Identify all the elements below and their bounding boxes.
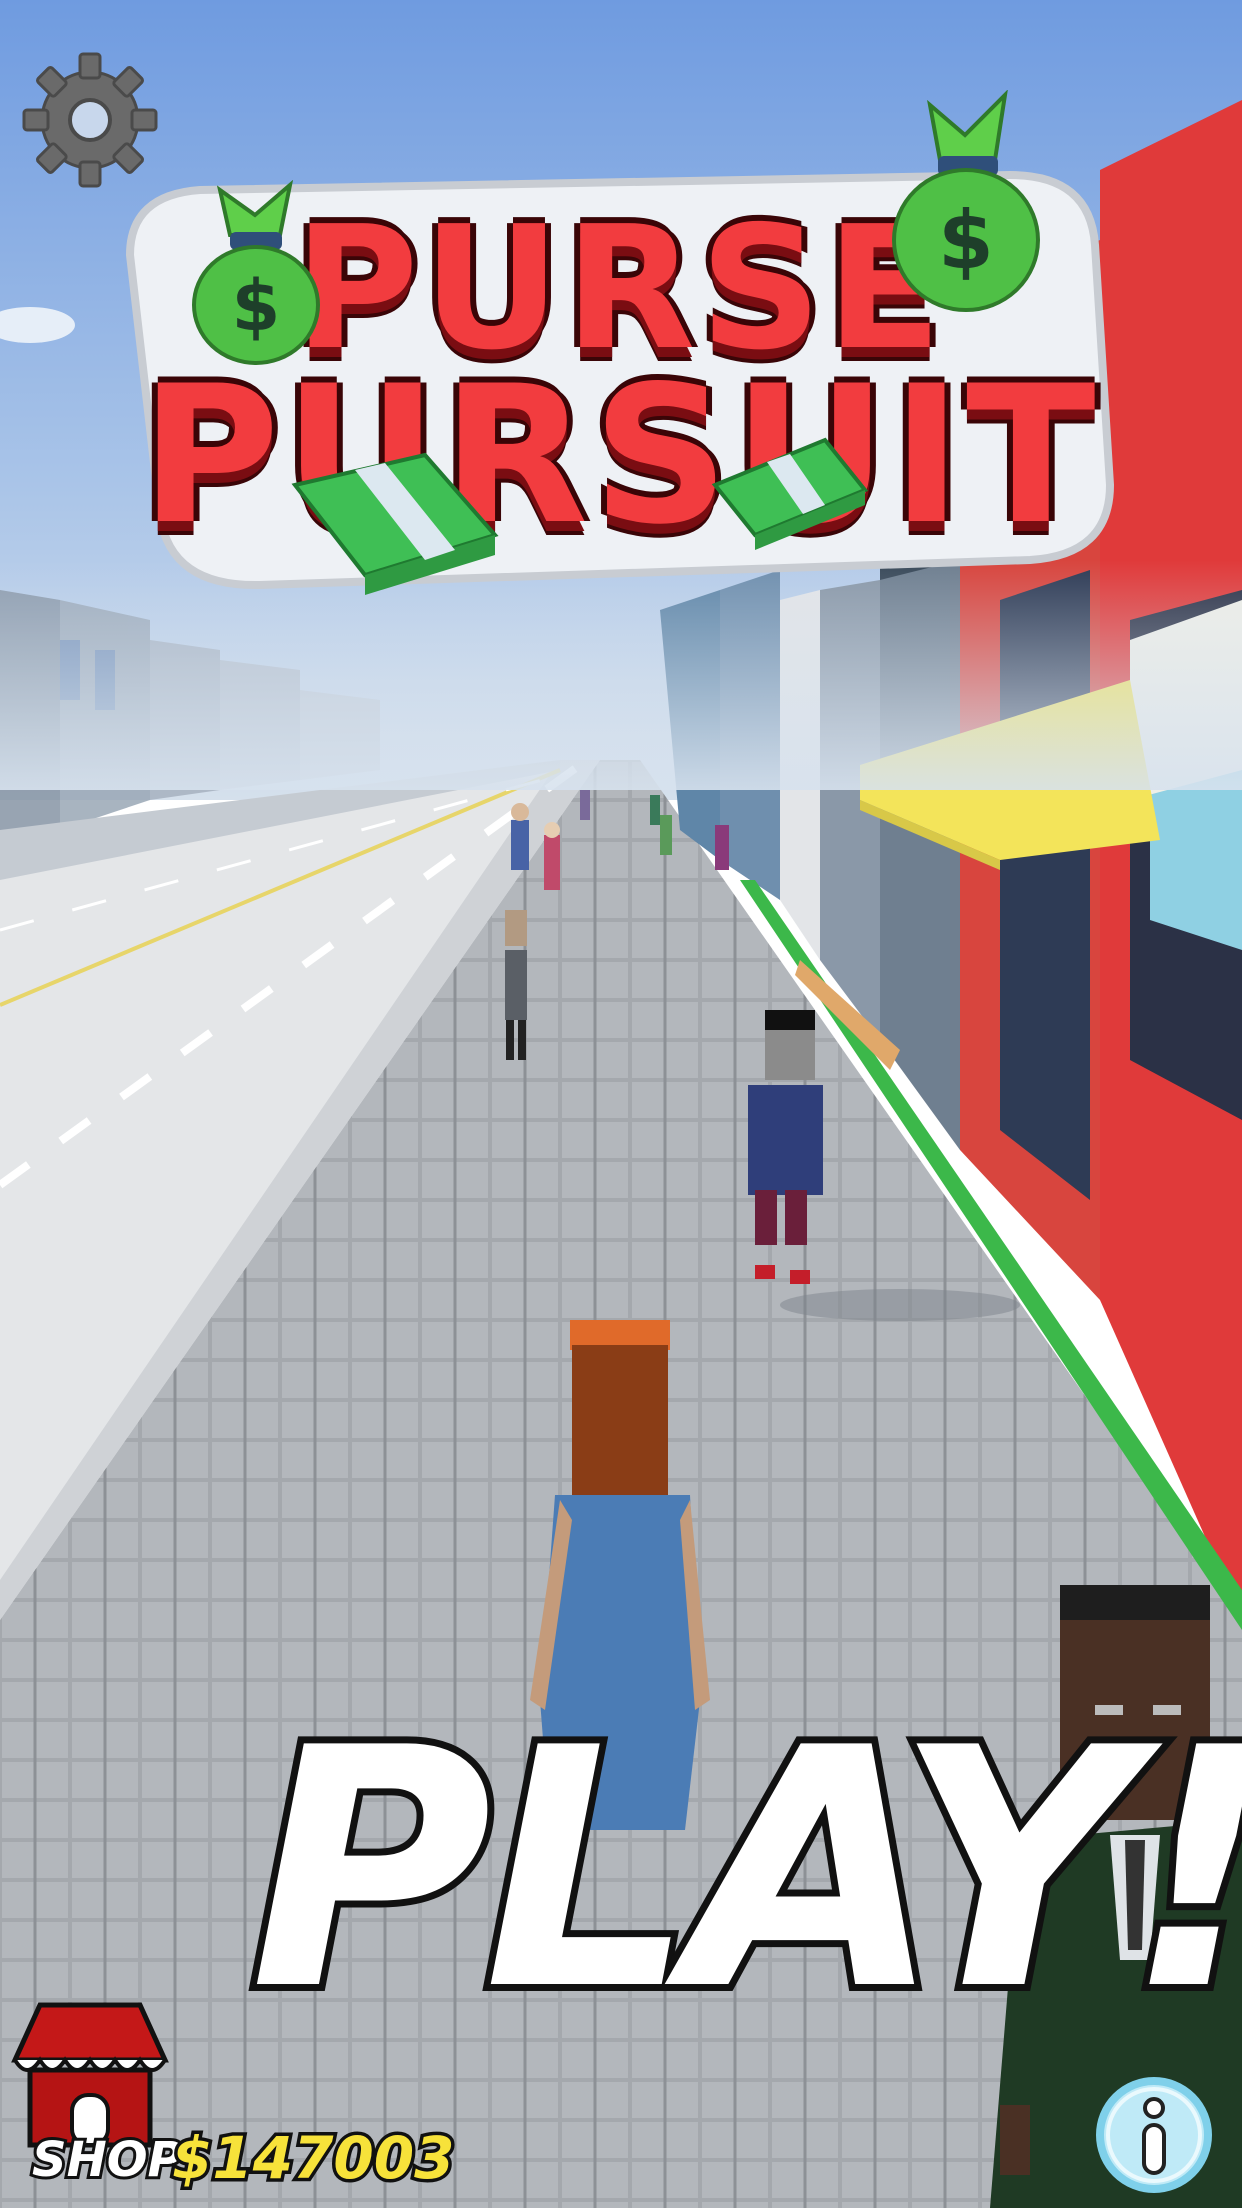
play-button-label: PLAY! bbox=[243, 1678, 1242, 2062]
info-button[interactable] bbox=[1094, 2075, 1214, 2195]
cash-stack-icon bbox=[711, 437, 869, 550]
info-icon bbox=[1096, 2077, 1212, 2193]
money-balance: $147003 bbox=[169, 2121, 458, 2196]
money-bag-icon: $ bbox=[192, 180, 320, 365]
game-logo: PURSE PURSUIT $ $ bbox=[110, 90, 1130, 655]
shop-button[interactable] bbox=[10, 2000, 170, 2150]
shop-awning-icon bbox=[11, 2002, 169, 2148]
cash-stack-icon bbox=[291, 452, 499, 595]
money-bag-icon: $ bbox=[892, 90, 1040, 312]
svg-text:$: $ bbox=[938, 194, 994, 287]
svg-text:$: $ bbox=[232, 265, 281, 347]
shop-label[interactable]: SHOP bbox=[29, 2129, 186, 2191]
logo-title-line2: PURSUIT bbox=[140, 345, 1100, 566]
play-button[interactable]: PLAY! bbox=[243, 1678, 1242, 2062]
